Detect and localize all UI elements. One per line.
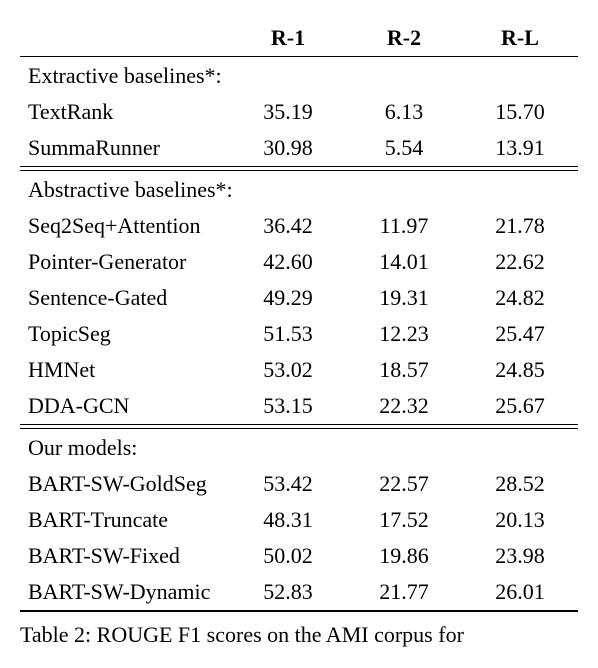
row-r1: 36.42 — [230, 208, 346, 244]
table-row: TopicSeg51.5312.2325.47 — [20, 316, 578, 352]
table-row: Pointer-Generator42.6014.0122.62 — [20, 244, 578, 280]
section-title: Our models: — [20, 429, 578, 467]
row-name: BART-SW-Fixed — [20, 538, 230, 574]
row-r2: 5.54 — [346, 130, 462, 167]
row-r2: 22.57 — [346, 466, 462, 502]
row-r1: 51.53 — [230, 316, 346, 352]
section-title: Abstractive baselines*: — [20, 171, 578, 209]
table-caption: Table 2: ROUGE F1 scores on the AMI corp… — [20, 622, 578, 648]
table-row: SummaRunner30.985.5413.91 — [20, 130, 578, 167]
table-row: DDA-GCN53.1522.3225.67 — [20, 388, 578, 425]
table-row: HMNet53.0218.5724.85 — [20, 352, 578, 388]
row-name: BART-SW-GoldSeg — [20, 466, 230, 502]
row-name: TopicSeg — [20, 316, 230, 352]
row-r1: 48.31 — [230, 502, 346, 538]
row-rl: 13.91 — [462, 130, 578, 167]
row-r2: 11.97 — [346, 208, 462, 244]
row-r1: 42.60 — [230, 244, 346, 280]
table-row: BART-SW-Fixed50.0219.8623.98 — [20, 538, 578, 574]
row-name: Sentence-Gated — [20, 280, 230, 316]
row-rl: 22.62 — [462, 244, 578, 280]
row-r2: 19.86 — [346, 538, 462, 574]
row-rl: 26.01 — [462, 574, 578, 611]
row-r2: 22.32 — [346, 388, 462, 425]
row-rl: 25.67 — [462, 388, 578, 425]
row-name: BART-SW-Dynamic — [20, 574, 230, 611]
row-rl: 24.85 — [462, 352, 578, 388]
header-r1: R-1 — [230, 20, 346, 57]
row-r1: 53.42 — [230, 466, 346, 502]
header-blank — [20, 20, 230, 57]
row-r1: 30.98 — [230, 130, 346, 167]
table-row: TextRank35.196.1315.70 — [20, 94, 578, 130]
row-rl: 20.13 — [462, 502, 578, 538]
row-name: TextRank — [20, 94, 230, 130]
row-rl: 23.98 — [462, 538, 578, 574]
row-r2: 17.52 — [346, 502, 462, 538]
row-name: SummaRunner — [20, 130, 230, 167]
table-row: BART-SW-Dynamic52.8321.7726.01 — [20, 574, 578, 611]
row-r1: 49.29 — [230, 280, 346, 316]
row-r2: 18.57 — [346, 352, 462, 388]
row-r2: 12.23 — [346, 316, 462, 352]
row-name: Pointer-Generator — [20, 244, 230, 280]
row-rl: 28.52 — [462, 466, 578, 502]
results-table: R-1 R-2 R-L Extractive baselines*:TextRa… — [20, 20, 578, 612]
header-rl: R-L — [462, 20, 578, 57]
section-title: Extractive baselines*: — [20, 57, 578, 95]
row-r2: 19.31 — [346, 280, 462, 316]
row-r2: 14.01 — [346, 244, 462, 280]
table-row: BART-SW-GoldSeg53.4222.5728.52 — [20, 466, 578, 502]
row-name: DDA-GCN — [20, 388, 230, 425]
table-row: Seq2Seq+Attention36.4211.9721.78 — [20, 208, 578, 244]
row-rl: 25.47 — [462, 316, 578, 352]
row-rl: 15.70 — [462, 94, 578, 130]
table-row: BART-Truncate48.3117.5220.13 — [20, 502, 578, 538]
header-r2: R-2 — [346, 20, 462, 57]
row-r1: 50.02 — [230, 538, 346, 574]
row-rl: 24.82 — [462, 280, 578, 316]
row-name: HMNet — [20, 352, 230, 388]
row-rl: 21.78 — [462, 208, 578, 244]
row-r1: 52.83 — [230, 574, 346, 611]
row-name: Seq2Seq+Attention — [20, 208, 230, 244]
row-r1: 53.02 — [230, 352, 346, 388]
table-row: Sentence-Gated49.2919.3124.82 — [20, 280, 578, 316]
row-r2: 21.77 — [346, 574, 462, 611]
row-r1: 35.19 — [230, 94, 346, 130]
row-r2: 6.13 — [346, 94, 462, 130]
row-r1: 53.15 — [230, 388, 346, 425]
row-name: BART-Truncate — [20, 502, 230, 538]
